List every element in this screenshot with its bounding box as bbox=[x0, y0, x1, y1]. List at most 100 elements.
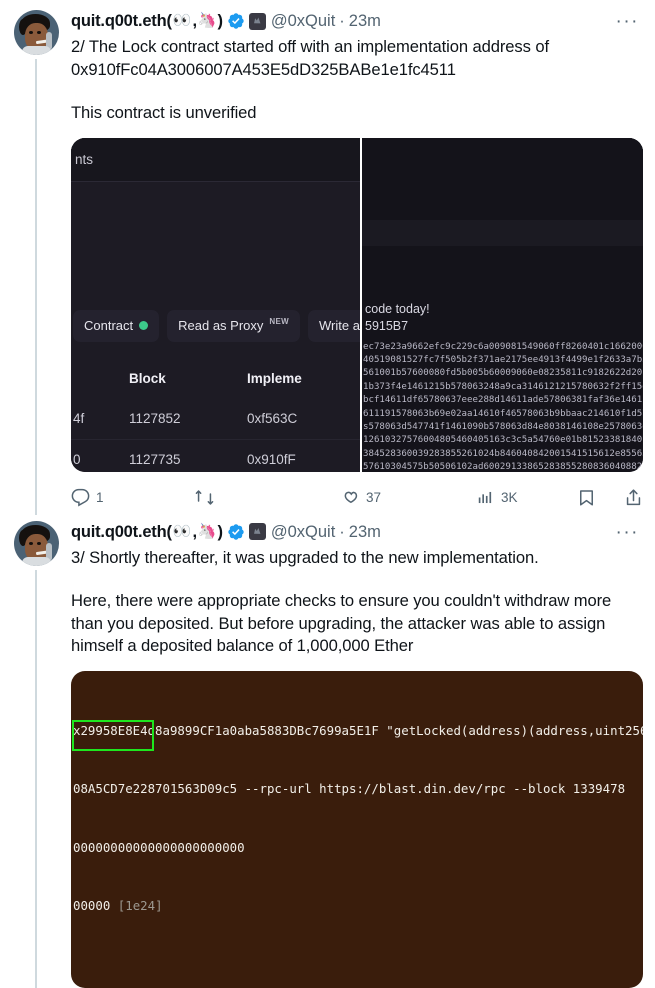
verified-contract-dot-icon bbox=[139, 321, 148, 330]
tweet-thread: quit.q00t.eth ( 👀 , 🦄 ) @0xQuit · 23m ··… bbox=[0, 0, 655, 988]
bytecode-note-line-2: 5915B7 bbox=[362, 318, 643, 335]
table-cell-implementation: 0x910fF bbox=[247, 452, 360, 467]
terminal-result-note: [1e24] bbox=[110, 898, 162, 913]
etherscan-topbar: nts bbox=[71, 138, 360, 182]
table-row[interactable]: 4f 1127852 0xf563C bbox=[71, 399, 360, 440]
tab-write-as-proxy-label: Write as Prox bbox=[319, 318, 360, 333]
share-button[interactable] bbox=[624, 488, 643, 507]
bytecode-gap bbox=[362, 246, 643, 301]
avatar-eye-right bbox=[37, 542, 41, 545]
retweet-button[interactable] bbox=[195, 488, 341, 507]
table-cell-txhash: 4f bbox=[73, 411, 129, 426]
reply-count: 1 bbox=[96, 490, 104, 505]
thread-connector-line bbox=[35, 570, 37, 988]
avatar[interactable] bbox=[14, 521, 59, 566]
table-cell-implementation: 0xf563C bbox=[247, 411, 360, 426]
table-cell-block: 1127852 bbox=[129, 411, 247, 426]
display-name[interactable]: quit.q00t.eth bbox=[71, 10, 166, 32]
tweet-2[interactable]: quit.q00t.eth ( 👀 , 🦄 ) @0xQuit · 23m ··… bbox=[0, 515, 655, 988]
tweet-2-body: 3/ Shortly thereafter, it was upgraded t… bbox=[71, 547, 643, 658]
etherscan-blank-area bbox=[71, 182, 360, 307]
nft-profile-badge-icon bbox=[249, 13, 266, 30]
tweet-1-header: quit.q00t.eth ( 👀 , 🦄 ) @0xQuit · 23m ··… bbox=[71, 10, 643, 32]
unicorn-emoji-icon: 🦄 bbox=[198, 521, 217, 543]
nft-profile-badge-icon bbox=[249, 523, 266, 540]
name-comma: , bbox=[192, 10, 196, 32]
media-pane-etherscan[interactable]: nts Contract Read as Proxy NEW bbox=[71, 138, 360, 472]
thread-connector-line bbox=[35, 59, 37, 515]
table-header-cell-block: Block bbox=[129, 371, 247, 386]
more-options-icon[interactable]: ··· bbox=[612, 10, 643, 33]
handle[interactable]: @0xQuit bbox=[271, 521, 335, 543]
table-header-cell-implementation: Impleme bbox=[247, 371, 360, 386]
like-count: 37 bbox=[366, 490, 381, 505]
verified-badge-icon bbox=[227, 523, 245, 541]
tweet-2-paragraph-1: 3/ Shortly thereafter, it was upgraded t… bbox=[71, 547, 643, 570]
bytecode-hex-dump: ec73e23a9662efc9c229c6a009081549060ff826… bbox=[362, 341, 643, 472]
eyes-emoji-icon: 👀 bbox=[173, 10, 192, 32]
table-row[interactable]: 0 1127735 0x910fF bbox=[71, 440, 360, 472]
like-button[interactable]: 37 bbox=[341, 488, 476, 507]
name-paren-open: ( bbox=[166, 10, 171, 32]
eyes-emoji-icon: 👀 bbox=[173, 521, 192, 543]
avatar-eye-left bbox=[29, 31, 33, 34]
views-button[interactable]: 3K bbox=[476, 488, 577, 507]
bookmark-button[interactable] bbox=[577, 488, 596, 507]
terminal-line-1: x29958E8E4d8a9899CF1a0aba5883DBc7699a5E1… bbox=[71, 721, 643, 741]
table-cell-txhash: 0 bbox=[73, 452, 129, 467]
terminal-line-4: 00000 [1e24] bbox=[71, 896, 643, 916]
tweet-2-paragraph-2: Here, there were appropriate checks to e… bbox=[71, 590, 643, 658]
tweet-1-paragraph-2: This contract is unverified bbox=[71, 102, 643, 125]
avatar-eye-right bbox=[37, 31, 41, 34]
etherscan-topbar-label: nts bbox=[75, 152, 93, 167]
name-paren-close: ) bbox=[218, 10, 223, 32]
tweet-2-header: quit.q00t.eth ( 👀 , 🦄 ) @0xQuit · 23m ··… bbox=[71, 521, 643, 543]
bookmark-icon bbox=[577, 488, 596, 507]
tab-read-as-proxy[interactable]: Read as Proxy NEW bbox=[167, 310, 300, 342]
timestamp[interactable]: 23m bbox=[349, 10, 381, 32]
tweet-1-content: quit.q00t.eth ( 👀 , 🦄 ) @0xQuit · 23m ··… bbox=[60, 10, 643, 515]
name-comma: , bbox=[192, 521, 196, 543]
timestamp[interactable]: 23m bbox=[349, 521, 381, 543]
retweet-icon bbox=[195, 488, 214, 507]
analytics-icon bbox=[476, 488, 495, 507]
tweet-1-body: 2/ The Lock contract started off with an… bbox=[71, 36, 643, 125]
tweet-1-media[interactable]: nts Contract Read as Proxy NEW bbox=[71, 138, 643, 472]
reply-button[interactable]: 1 bbox=[71, 488, 195, 507]
tweet-1[interactable]: quit.q00t.eth ( 👀 , 🦄 ) @0xQuit · 23m ··… bbox=[0, 0, 655, 515]
unicorn-emoji-icon: 🦄 bbox=[198, 10, 217, 32]
name-paren-open: ( bbox=[166, 521, 171, 543]
heart-icon bbox=[341, 488, 360, 507]
verified-badge-icon bbox=[227, 12, 245, 30]
handle[interactable]: @0xQuit bbox=[271, 10, 335, 32]
avatar-shirt bbox=[22, 557, 51, 566]
media-pane-bytecode[interactable]: code today! 5915B7 ec73e23a9662efc9c229c… bbox=[360, 138, 643, 472]
etherscan-tabs[interactable]: Contract Read as Proxy NEW Write as Prox bbox=[71, 307, 360, 345]
tab-contract-label: Contract bbox=[84, 318, 133, 333]
terminal-result-value: 00000 bbox=[73, 898, 110, 913]
terminal-line-2: 08A5CD7e228701563D09c5 --rpc-url https:/… bbox=[71, 779, 643, 799]
name-paren-close: ) bbox=[218, 521, 223, 543]
terminal-line-3: 00000000000000000000000 bbox=[71, 838, 643, 858]
tab-read-as-proxy-label: Read as Proxy bbox=[178, 318, 263, 333]
avatar-shirt bbox=[22, 46, 51, 55]
tab-contract[interactable]: Contract bbox=[73, 310, 159, 342]
more-options-icon[interactable]: ··· bbox=[612, 521, 643, 544]
avatar-eye-left bbox=[29, 542, 33, 545]
table-cell-block: 1127735 bbox=[129, 452, 247, 467]
bytecode-top-space bbox=[362, 138, 643, 220]
tab-write-as-proxy[interactable]: Write as Prox bbox=[308, 310, 360, 342]
tweet-1-actions: 1 37 bbox=[71, 481, 643, 515]
avatar[interactable] bbox=[14, 10, 59, 55]
table-header-row: Block Impleme bbox=[71, 359, 360, 399]
tweet-1-paragraph-1: 2/ The Lock contract started off with an… bbox=[71, 36, 643, 81]
tweet-2-terminal-media[interactable]: x29958E8E4d8a9899CF1a0aba5883DBc7699a5E1… bbox=[71, 671, 643, 988]
separator-dot: · bbox=[339, 10, 345, 32]
tweet-2-gutter bbox=[12, 521, 60, 988]
bytecode-strip bbox=[362, 220, 643, 246]
display-name[interactable]: quit.q00t.eth bbox=[71, 521, 166, 543]
tweet-1-gutter bbox=[12, 10, 60, 515]
share-icon bbox=[624, 488, 643, 507]
reply-icon bbox=[71, 488, 90, 507]
etherscan-upgrades-table: Block Impleme 4f 1127852 0xf563C 0 11277… bbox=[71, 359, 360, 472]
